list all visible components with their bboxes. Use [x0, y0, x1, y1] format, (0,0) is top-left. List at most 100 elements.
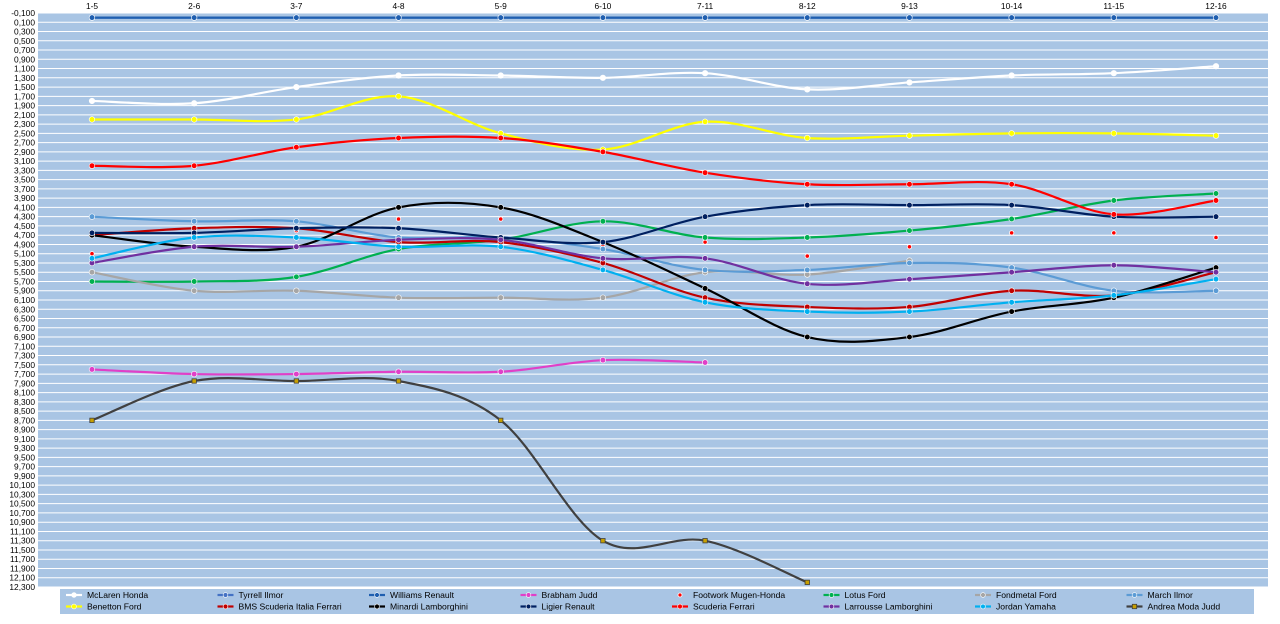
legend-label: Williams Renault: [390, 590, 455, 600]
data-point: [88, 213, 96, 220]
data-point: [395, 294, 402, 301]
legend-label: Minardi Lamborghini: [390, 602, 468, 612]
data-point: [906, 181, 913, 188]
data-point: [497, 236, 504, 243]
data-point: [395, 225, 402, 232]
data-point: [701, 234, 709, 241]
data-point: [497, 204, 504, 211]
data-point: [906, 259, 913, 267]
data-point: [191, 14, 198, 21]
legend-marker: [374, 603, 380, 610]
data-point: [906, 333, 913, 341]
data-point: [395, 134, 402, 142]
data-point: [1212, 63, 1220, 70]
data-point: [1009, 230, 1015, 236]
data-point: [88, 366, 96, 373]
data-point: [497, 14, 504, 21]
x-tick-label: 3-7: [290, 1, 302, 11]
data-point: [191, 218, 198, 225]
data-point: [1008, 130, 1015, 137]
data-point: [701, 266, 709, 274]
data-point: [395, 368, 402, 375]
data-point: [497, 134, 504, 142]
data-point: [906, 202, 913, 209]
data-point: [395, 378, 402, 384]
legend-marker: [1131, 592, 1138, 598]
data-point: [906, 308, 913, 315]
data-point: [906, 79, 913, 86]
data-point: [599, 357, 607, 364]
data-point: [804, 333, 811, 341]
data-point: [293, 144, 300, 151]
data-point: [1212, 197, 1220, 204]
legend-label: Brabham Judd: [542, 590, 598, 600]
data-point: [191, 162, 198, 169]
data-point: [599, 255, 607, 262]
data-point: [1110, 262, 1117, 269]
data-point: [191, 378, 197, 384]
data-point: [395, 216, 402, 222]
data-point: [89, 417, 95, 423]
data-point: [1110, 130, 1117, 137]
data-point: [906, 244, 913, 250]
x-tick-label: 1-5: [86, 1, 98, 11]
data-point: [701, 169, 709, 176]
data-point: [191, 287, 198, 294]
data-point: [906, 276, 913, 283]
x-tick-label: 7-11: [697, 1, 713, 11]
data-point: [498, 417, 504, 423]
data-point: [599, 266, 607, 274]
data-point: [1212, 132, 1220, 139]
legend-label: BMS Scuderia Italia Ferrari: [239, 602, 342, 612]
legend-marker: [677, 592, 683, 598]
data-point: [1212, 190, 1220, 197]
data-point: [1212, 269, 1220, 276]
data-point: [88, 278, 96, 285]
legend-label: Benetton Ford: [87, 602, 142, 612]
data-point: [599, 218, 607, 225]
data-point: [191, 370, 198, 378]
data-point: [1212, 213, 1220, 220]
legend-entry: Footwork Mugen-Honda: [677, 590, 785, 600]
data-point: [804, 134, 811, 142]
legend-marker: [828, 603, 835, 610]
data-point: [293, 273, 300, 280]
data-point: [804, 86, 811, 93]
data-point: [1110, 292, 1117, 299]
data-point: [599, 74, 607, 81]
x-tick-label: 12-16: [1205, 1, 1227, 11]
data-point: [88, 269, 96, 276]
x-tick-label: 9-13: [901, 1, 918, 11]
legend-marker: [374, 592, 380, 598]
legend-marker: [980, 592, 986, 598]
x-tick-label: 4-8: [392, 1, 404, 11]
data-point: [1110, 70, 1117, 77]
data-point: [1008, 299, 1015, 306]
legend-marker: [71, 592, 77, 598]
data-point: [1008, 14, 1015, 21]
data-point: [701, 299, 709, 306]
x-tick-label: 5-9: [495, 1, 507, 11]
legend-marker: [980, 603, 986, 610]
data-point: [88, 97, 96, 105]
data-point: [395, 14, 402, 21]
legend-label: Scuderia Ferrari: [693, 602, 755, 612]
data-point: [1212, 287, 1220, 294]
data-point: [498, 216, 504, 222]
data-point: [88, 14, 96, 21]
data-point: [293, 287, 300, 294]
data-point: [701, 118, 709, 125]
chart: 1-5 2-6 3-7 4-8 5-9 6-10 7-11 8-12 9-13 10-14 11-1…: [0, 0, 1280, 619]
data-point: [701, 213, 709, 220]
data-point: [599, 294, 607, 301]
data-point: [804, 253, 810, 259]
data-point: [191, 243, 198, 250]
data-point: [701, 14, 709, 21]
legend-label: Larrousse Lamborghini: [845, 602, 933, 612]
data-point: [395, 243, 402, 250]
data-point: [191, 100, 198, 107]
legend-marker: [525, 592, 532, 598]
legend-label: Footwork Mugen-Honda: [693, 590, 785, 600]
data-point: [599, 245, 607, 253]
data-point: [804, 280, 811, 287]
